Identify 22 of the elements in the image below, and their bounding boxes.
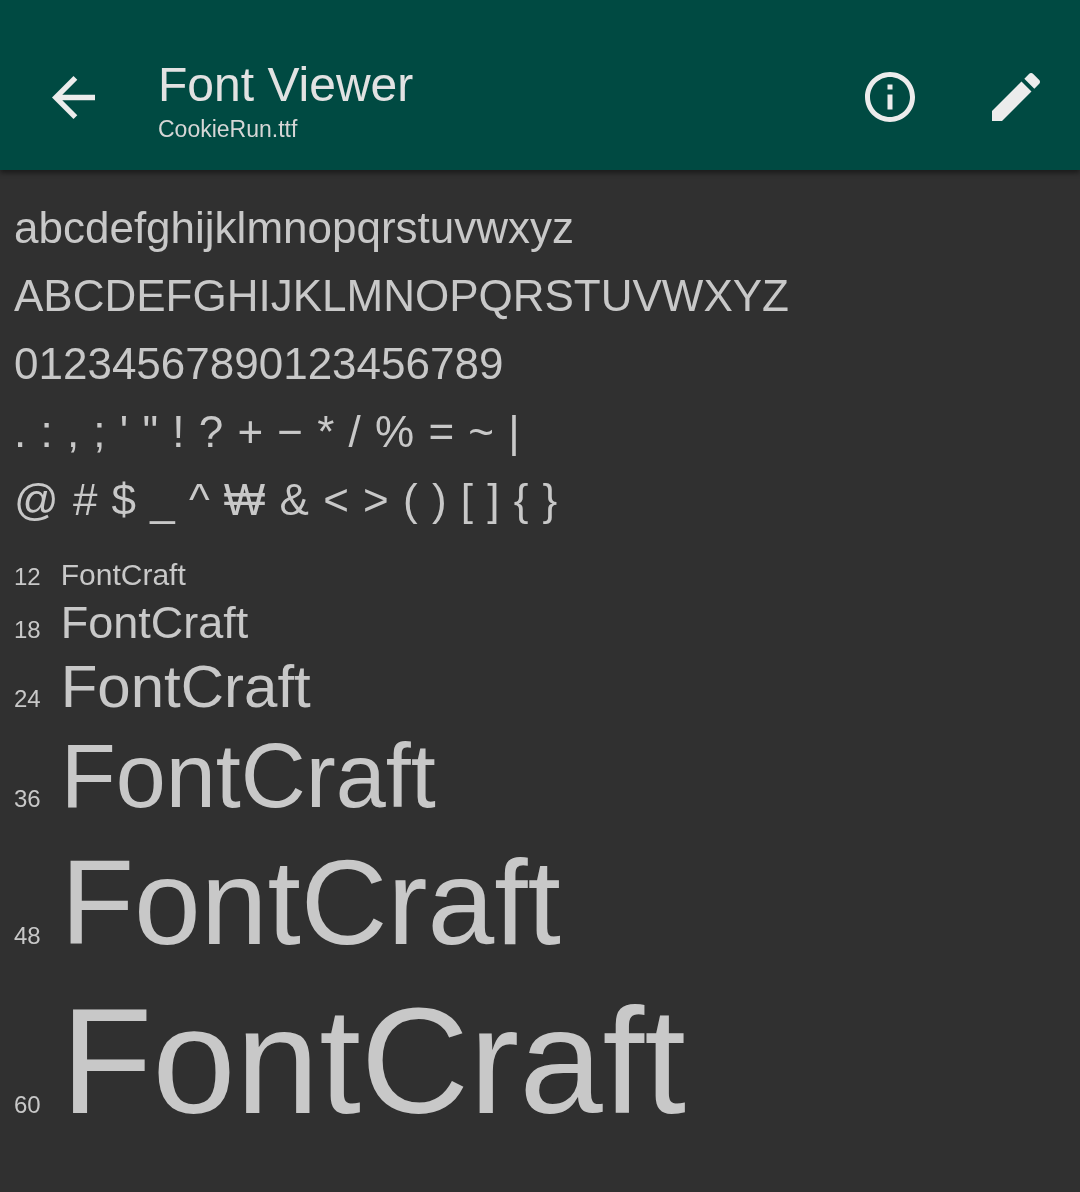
glyph-line: abcdefghijklmnopqrstuvwxyz [14, 202, 575, 254]
back-arrow-icon[interactable] [52, 75, 95, 119]
glyph-line: @ # $ _ ^ ₩ & < > ( ) [ ] { } [14, 474, 558, 526]
glyph-line: 01234567890123456789 [14, 338, 504, 390]
info-icon[interactable] [865, 72, 915, 122]
font-sample: FontCraft [60, 652, 311, 722]
glyph-line: . : , ; ' " ! ? + − * / % = ~ | [14, 406, 520, 458]
font-file-name: CookieRun.ttf [158, 115, 299, 143]
font-sample: FontCraft [60, 975, 686, 1147]
font-sample: FontCraft [60, 725, 436, 829]
pencil-icon[interactable] [992, 73, 1040, 121]
size-label: 60 [14, 1090, 41, 1119]
font-sample: FontCraft [60, 558, 186, 593]
font-sample: FontCraft [60, 596, 249, 649]
size-label: 48 [14, 921, 41, 950]
size-label: 18 [14, 615, 41, 644]
glyph-line: ABCDEFGHIJKLMNOPQRSTUVWXYZ [14, 270, 789, 322]
size-label: 24 [14, 685, 41, 714]
size-label: 36 [14, 785, 41, 814]
font-sample: FontCraft [60, 833, 561, 971]
size-label: 12 [14, 563, 41, 591]
app-title: Font Viewer [158, 59, 414, 111]
